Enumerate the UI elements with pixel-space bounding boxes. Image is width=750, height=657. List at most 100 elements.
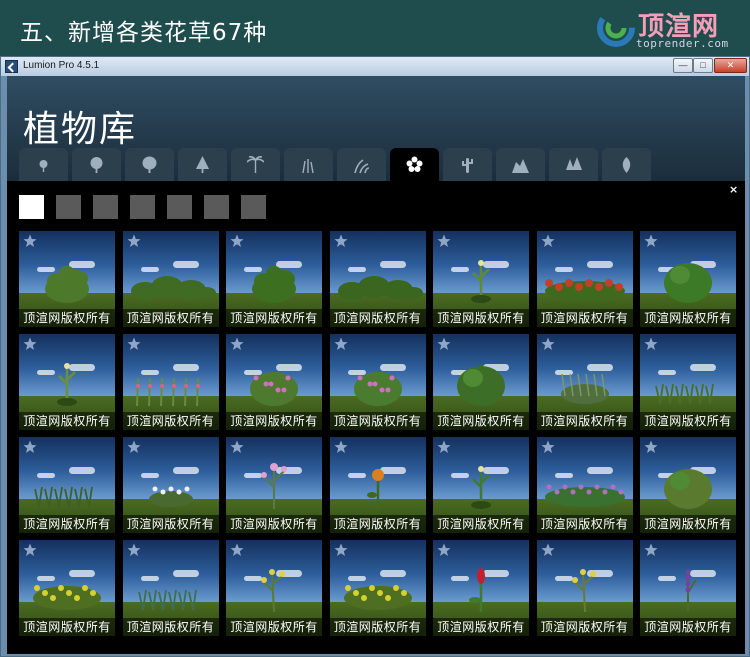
favorite-star-icon[interactable] — [334, 337, 348, 351]
library-title: 植物库 — [23, 109, 138, 150]
thumbnail-watermark: 顶渲网版权所有 — [226, 309, 322, 327]
favorite-star-icon[interactable] — [644, 234, 658, 248]
app-window: Lumion Pro 4.5.1 — □ ✕ 植物库 × 顶渲网版权所有 顶渲网版… — [0, 56, 750, 657]
plant-thumbnail[interactable]: 顶渲网版权所有 — [122, 334, 219, 430]
flower-icon — [406, 156, 423, 172]
thumbnail-watermark: 顶渲网版权所有 — [536, 618, 633, 636]
plant-thumbnail[interactable]: 顶渲网版权所有 — [122, 437, 219, 533]
favorite-star-icon[interactable] — [334, 440, 348, 454]
page-tab[interactable] — [19, 195, 44, 219]
plant-thumbnail[interactable]: 顶渲网版权所有 — [640, 437, 736, 533]
favorite-star-icon[interactable] — [23, 440, 37, 454]
plant-thumbnail[interactable]: 顶渲网版权所有 — [433, 231, 529, 327]
favorite-star-icon[interactable] — [127, 543, 141, 557]
category-tab-palm-tree[interactable] — [231, 148, 280, 181]
plant-thumbnail[interactable]: 顶渲网版权所有 — [19, 540, 115, 636]
favorite-star-icon[interactable] — [230, 543, 244, 557]
thumbnail-watermark: 顶渲网版权所有 — [226, 618, 322, 636]
page-tab[interactable] — [167, 195, 192, 219]
plant-thumbnail[interactable]: 顶渲网版权所有 — [640, 231, 736, 327]
favorite-star-icon[interactable] — [334, 543, 348, 557]
plant-thumbnail[interactable]: 顶渲网版权所有 — [536, 540, 633, 636]
category-tab-broadleaf-tree[interactable] — [125, 148, 174, 181]
page-tab[interactable] — [241, 195, 266, 219]
small-tree-icon — [39, 160, 48, 172]
page-tab[interactable] — [204, 195, 229, 219]
plant-thumbnail[interactable]: 顶渲网版权所有 — [329, 437, 426, 533]
category-tab-grass[interactable] — [284, 148, 333, 181]
favorite-star-icon[interactable] — [23, 234, 37, 248]
cactus-icon — [462, 158, 473, 173]
plant-thumbnail[interactable]: 顶渲网版权所有 — [640, 540, 736, 636]
brand-logo: 顶渲网 toprender.com — [596, 6, 736, 50]
plant-thumbnail[interactable]: 顶渲网版权所有 — [640, 334, 736, 430]
category-tab-plant-leaves[interactable] — [337, 148, 386, 181]
window-close-button[interactable]: ✕ — [714, 58, 747, 73]
plant-thumbnail[interactable]: 顶渲网版权所有 — [226, 540, 322, 636]
favorite-star-icon[interactable] — [644, 337, 658, 351]
favorite-star-icon[interactable] — [334, 234, 348, 248]
category-tab-small-tree[interactable] — [19, 148, 68, 181]
favorite-star-icon[interactable] — [437, 440, 451, 454]
close-library-button[interactable]: × — [729, 183, 738, 196]
plant-thumbnail[interactable]: 顶渲网版权所有 — [536, 231, 633, 327]
title-bar[interactable]: Lumion Pro 4.5.1 — □ ✕ — [1, 57, 749, 76]
plant-thumbnail[interactable]: 顶渲网版权所有 — [433, 437, 529, 533]
plant-thumbnail[interactable]: 顶渲网版权所有 — [19, 334, 115, 430]
broadleaf-tree-icon — [142, 156, 157, 173]
favorite-star-icon[interactable] — [644, 440, 658, 454]
thumbnail-watermark: 顶渲网版权所有 — [329, 309, 426, 327]
favorite-star-icon[interactable] — [541, 337, 555, 351]
maximize-button[interactable]: □ — [693, 58, 713, 73]
plant-thumbnail[interactable]: 顶渲网版权所有 — [226, 231, 322, 327]
thumbnail-watermark: 顶渲网版权所有 — [536, 309, 633, 327]
page-tab[interactable] — [93, 195, 118, 219]
favorite-star-icon[interactable] — [437, 337, 451, 351]
category-tab-leaf[interactable] — [602, 148, 651, 181]
favorite-star-icon[interactable] — [437, 234, 451, 248]
favorite-star-icon[interactable] — [127, 440, 141, 454]
plant-thumbnail[interactable]: 顶渲网版权所有 — [19, 231, 115, 327]
favorite-star-icon[interactable] — [541, 440, 555, 454]
favorite-star-icon[interactable] — [230, 440, 244, 454]
favorite-star-icon[interactable] — [230, 337, 244, 351]
category-tab-flower[interactable] — [390, 148, 439, 181]
favorite-star-icon[interactable] — [23, 337, 37, 351]
category-tab-round-tree[interactable] — [72, 148, 121, 181]
favorite-star-icon[interactable] — [644, 543, 658, 557]
palm-tree-icon — [247, 156, 264, 173]
thumbnail-watermark: 顶渲网版权所有 — [640, 618, 736, 636]
plant-thumbnail[interactable]: 顶渲网版权所有 — [226, 437, 322, 533]
favorite-star-icon[interactable] — [127, 234, 141, 248]
category-tab-cactus[interactable] — [443, 148, 492, 181]
window-title: Lumion Pro 4.5.1 — [23, 60, 100, 71]
page-tab[interactable] — [56, 195, 81, 219]
plant-thumbnail[interactable]: 顶渲网版权所有 — [329, 334, 426, 430]
favorite-star-icon[interactable] — [541, 234, 555, 248]
plant-thumbnail[interactable]: 顶渲网版权所有 — [536, 437, 633, 533]
favorite-star-icon[interactable] — [541, 543, 555, 557]
page-tab[interactable] — [130, 195, 155, 219]
thumbnail-watermark: 顶渲网版权所有 — [19, 618, 115, 636]
plant-thumbnail[interactable]: 顶渲网版权所有 — [122, 231, 219, 327]
plant-thumbnail[interactable]: 顶渲网版权所有 — [536, 334, 633, 430]
plant-thumbnail[interactable]: 顶渲网版权所有 — [433, 540, 529, 636]
plant-thumbnail[interactable]: 顶渲网版权所有 — [122, 540, 219, 636]
thumbnail-watermark: 顶渲网版权所有 — [329, 618, 426, 636]
forest-icon — [566, 157, 582, 170]
plant-thumbnail[interactable]: 顶渲网版权所有 — [329, 540, 426, 636]
favorite-star-icon[interactable] — [127, 337, 141, 351]
category-tab-rock[interactable] — [496, 148, 545, 181]
category-tab-forest[interactable] — [549, 148, 598, 181]
category-tab-conifer-tree[interactable] — [178, 148, 227, 181]
top-banner: 五、新增各类花草67种 顶渲网 toprender.com — [0, 0, 750, 56]
plant-thumbnail[interactable]: 顶渲网版权所有 — [329, 231, 426, 327]
plant-thumbnail[interactable]: 顶渲网版权所有 — [226, 334, 322, 430]
plant-thumbnail[interactable]: 顶渲网版权所有 — [433, 334, 529, 430]
favorite-star-icon[interactable] — [23, 543, 37, 557]
favorite-star-icon[interactable] — [437, 543, 451, 557]
plant-leaves-icon — [354, 159, 370, 174]
favorite-star-icon[interactable] — [230, 234, 244, 248]
minimize-button[interactable]: — — [673, 58, 693, 73]
plant-thumbnail[interactable]: 顶渲网版权所有 — [19, 437, 115, 533]
